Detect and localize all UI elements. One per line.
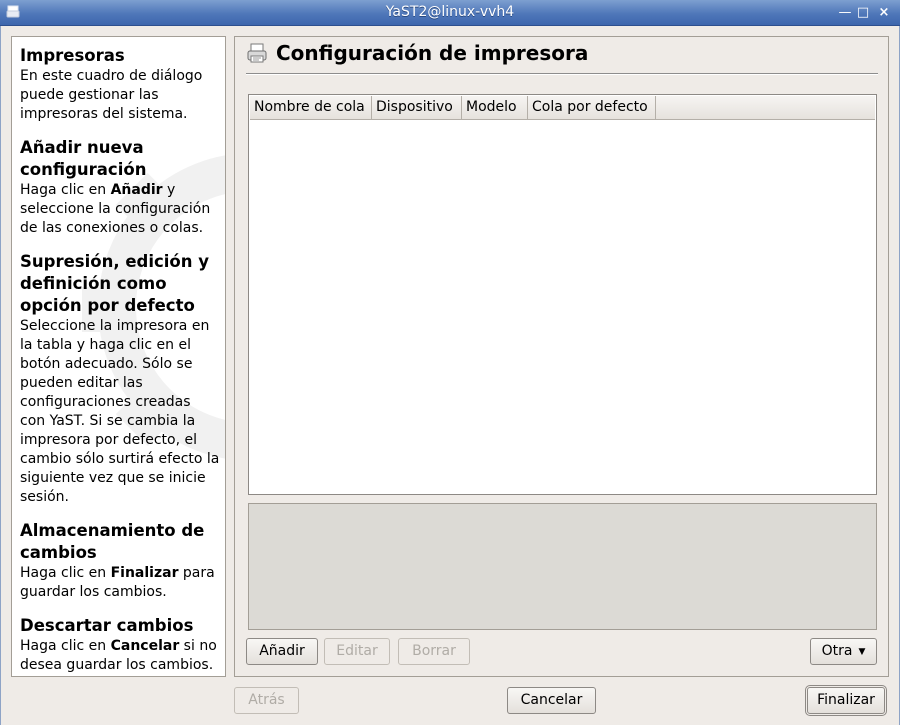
delete-button[interactable]: Borrar bbox=[398, 638, 470, 665]
window-title: YaST2@linux-vvh4 bbox=[385, 4, 515, 20]
column-header-default-queue[interactable]: Cola por defecto bbox=[528, 96, 656, 119]
table-header: Nombre de cola Dispositivo Modelo Cola p… bbox=[250, 96, 875, 120]
minimize-icon[interactable]: — bbox=[836, 4, 854, 22]
back-button[interactable]: Atrás bbox=[234, 687, 299, 714]
help-text: Haga clic en Finalizar para guardar los … bbox=[20, 565, 215, 600]
column-header-queue-name[interactable]: Nombre de cola bbox=[250, 96, 372, 119]
page-title: Configuración de impresora bbox=[276, 41, 589, 65]
help-content: Impresoras En este cuadro de diálogo pue… bbox=[20, 45, 220, 676]
edit-button[interactable]: Editar bbox=[324, 638, 390, 665]
help-heading: Supresión, edición y definición como opc… bbox=[20, 252, 210, 315]
help-text: En este cuadro de diálogo puede gestiona… bbox=[20, 68, 203, 122]
column-header-model[interactable]: Modelo bbox=[462, 96, 528, 119]
other-menu-button[interactable]: Otra ▼ bbox=[810, 638, 877, 665]
add-button[interactable]: Añadir bbox=[246, 638, 318, 665]
help-heading: Almacenamiento de cambios bbox=[20, 521, 205, 562]
column-header-device[interactable]: Dispositivo bbox=[372, 96, 462, 119]
help-text: Haga clic en Añadir y seleccione la conf… bbox=[20, 182, 211, 236]
maximize-icon[interactable]: □ bbox=[854, 4, 872, 22]
help-text: Seleccione la impresora en la tabla y ha… bbox=[20, 318, 220, 505]
help-text: Haga clic en Cancelar si no desea guarda… bbox=[20, 638, 217, 673]
window-titlebar[interactable]: YaST2@linux-vvh4 — □ × bbox=[0, 0, 900, 26]
help-panel[interactable]: Impresoras En este cuadro de diálogo pue… bbox=[11, 36, 226, 677]
main-panel: Configuración de impresora Nombre de col… bbox=[234, 36, 889, 677]
help-strong: Finalizar bbox=[110, 565, 179, 581]
help-heading: Descartar cambios bbox=[20, 616, 194, 635]
help-heading: Impresoras bbox=[20, 46, 125, 65]
printer-icon bbox=[247, 43, 267, 63]
finish-button[interactable]: Finalizar bbox=[805, 685, 887, 716]
queue-details-area bbox=[248, 503, 877, 630]
help-strong: Cancelar bbox=[110, 638, 180, 654]
chevron-down-icon: ▼ bbox=[858, 647, 866, 657]
title-separator bbox=[246, 73, 878, 75]
cancel-button[interactable]: Cancelar bbox=[507, 687, 596, 714]
help-heading: Añadir nueva configuración bbox=[20, 138, 147, 179]
printer-queue-table[interactable]: Nombre de cola Dispositivo Modelo Cola p… bbox=[248, 94, 877, 495]
help-strong: Añadir bbox=[110, 182, 163, 198]
close-icon[interactable]: × bbox=[875, 4, 893, 22]
